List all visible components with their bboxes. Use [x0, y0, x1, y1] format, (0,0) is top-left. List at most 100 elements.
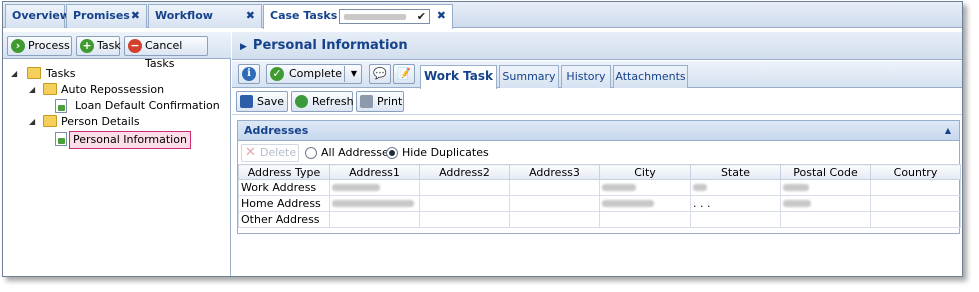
tree-node-label: Auto Repossession: [61, 83, 165, 96]
print-button[interactable]: Print: [356, 91, 404, 112]
cancel-tasks-label: Cancel Tasks: [145, 39, 183, 70]
column-header[interactable]: Country: [870, 164, 961, 180]
collapse-arrow-icon[interactable]: ▶: [240, 42, 247, 52]
tab-promises-label: Promises: [73, 9, 130, 22]
table-cell[interactable]: [329, 211, 420, 228]
redacted-cell[interactable]: [329, 195, 420, 212]
table-cell[interactable]: [419, 211, 510, 228]
column-header[interactable]: City: [599, 164, 691, 180]
tab-workflow-history[interactable]: Workflow History ✖: [148, 4, 262, 44]
addresses-table: Address Type Address1 Address2 Address3 …: [238, 164, 961, 228]
task-button[interactable]: + Task: [76, 36, 121, 56]
process-button[interactable]: › Process: [7, 36, 72, 56]
tab-overview[interactable]: Overview: [5, 4, 70, 28]
tab-label: History: [566, 70, 606, 83]
refresh-icon: [295, 95, 308, 108]
refresh-button[interactable]: Refresh: [291, 91, 354, 112]
address-type-cell: Work Address: [238, 179, 330, 196]
hide-duplicates-label: Hide Duplicates: [402, 146, 489, 159]
table-cell[interactable]: [599, 211, 691, 228]
tab-summary[interactable]: Summary: [499, 65, 559, 88]
tab-history[interactable]: History: [561, 65, 611, 88]
all-addresses-radio[interactable]: All Addresses: [305, 146, 394, 160]
close-icon[interactable]: ✖: [131, 5, 140, 27]
cancel-tasks-button[interactable]: − Cancel Tasks: [124, 36, 208, 70]
table-cell[interactable]: [780, 211, 871, 228]
tab-work-task[interactable]: Work Task: [420, 65, 497, 89]
process-label: Process: [28, 39, 70, 52]
column-header[interactable]: State: [690, 164, 781, 180]
table-cell[interactable]: [509, 195, 600, 212]
tab-label: Work Task: [424, 69, 493, 83]
delete-button[interactable]: ✕ Delete: [241, 144, 299, 162]
radio-button-off[interactable]: [305, 147, 317, 159]
application-window: Overview Promises ✖ Workflow History ✖ C…: [2, 1, 963, 277]
redacted-cell[interactable]: [690, 179, 781, 196]
task-document-icon: [55, 99, 67, 113]
add-comment-button[interactable]: 💬: [369, 64, 391, 84]
edit-notes-button[interactable]: 📝: [393, 64, 415, 84]
tree-node-label: Loan Default Confirmation: [75, 99, 220, 112]
redacted-cell[interactable]: [599, 179, 691, 196]
address-type-cell: Other Address: [238, 211, 330, 228]
table-cell[interactable]: [419, 195, 510, 212]
task-toolbar: › Process + Task − Cancel Tasks: [3, 32, 231, 70]
collapse-up-icon[interactable]: ▲: [945, 121, 951, 141]
close-icon[interactable]: ✖: [437, 5, 446, 27]
table-cell[interactable]: [870, 179, 961, 196]
panel-title: Personal Information: [252, 38, 408, 53]
tab-case-tasks-label: Case Tasks: [270, 9, 338, 22]
redacted-cell[interactable]: [329, 179, 420, 196]
redacted-cell[interactable]: [780, 195, 871, 212]
addresses-title: Addresses: [244, 124, 309, 137]
complete-button[interactable]: ✓ Complete ▼: [266, 64, 362, 84]
expand-triangle-icon[interactable]: ◢: [29, 82, 35, 98]
table-cell[interactable]: [509, 179, 600, 196]
state-cell[interactable]: . . .: [690, 195, 781, 212]
table-row[interactable]: Work Address: [238, 179, 961, 196]
radio-button-on[interactable]: [386, 147, 398, 159]
redacted-cell[interactable]: [599, 195, 691, 212]
column-header[interactable]: Address3: [509, 164, 600, 180]
table-cell[interactable]: [419, 179, 510, 196]
tree-node-label-selected: Personal Information: [69, 131, 191, 149]
delete-label: Delete: [260, 146, 297, 159]
column-header[interactable]: Postal Code: [780, 164, 871, 180]
addresses-toolbar: ✕ Delete All Addresses Hide Duplicates: [238, 142, 959, 164]
table-row[interactable]: Other Address: [238, 211, 961, 228]
redacted-cell[interactable]: [780, 179, 871, 196]
printer-icon: [360, 95, 373, 108]
table-cell[interactable]: [690, 211, 781, 228]
addresses-panel: Addresses ▲ ✕ Delete All Addresses Hide …: [237, 120, 961, 234]
case-selector-input[interactable]: ✔: [339, 9, 430, 24]
table-cell[interactable]: [870, 195, 961, 212]
all-addresses-label: All Addresses: [321, 146, 395, 159]
addresses-header[interactable]: Addresses ▲: [238, 121, 959, 141]
tree-node-label: Person Details: [61, 115, 140, 128]
expand-triangle-icon[interactable]: ◢: [29, 114, 35, 130]
task-detail-panel: ▶ Personal Information i ✓ Complete ▼ 💬 📝…: [232, 32, 962, 276]
save-label: Save: [257, 95, 285, 108]
tab-label: Summary: [502, 70, 556, 83]
chevron-down-icon[interactable]: ▼: [351, 65, 357, 83]
table-row[interactable]: Home Address . . .: [238, 195, 961, 212]
panel-header[interactable]: ▶ Personal Information: [232, 32, 962, 60]
table-cell[interactable]: [509, 211, 600, 228]
tab-attachments[interactable]: Attachments: [613, 65, 688, 88]
tab-promises[interactable]: Promises ✖: [66, 4, 147, 28]
complete-label: Complete: [289, 67, 343, 80]
column-header[interactable]: Address Type: [238, 164, 330, 180]
column-header[interactable]: Address2: [419, 164, 510, 180]
expand-triangle-icon[interactable]: ◢: [11, 66, 17, 82]
column-header[interactable]: Address1: [329, 164, 420, 180]
checkmark-icon[interactable]: ✔: [417, 6, 426, 28]
hide-duplicates-radio[interactable]: Hide Duplicates: [386, 146, 489, 160]
info-button[interactable]: i: [238, 64, 260, 84]
cancel-icon: −: [128, 39, 142, 53]
save-button[interactable]: Save: [236, 91, 288, 112]
close-icon[interactable]: ✖: [246, 5, 255, 27]
add-icon: +: [80, 39, 94, 53]
table-cell[interactable]: [870, 211, 961, 228]
tab-case-tasks[interactable]: Case Tasks ✔ ✖: [263, 4, 453, 29]
folder-icon: [27, 67, 41, 79]
